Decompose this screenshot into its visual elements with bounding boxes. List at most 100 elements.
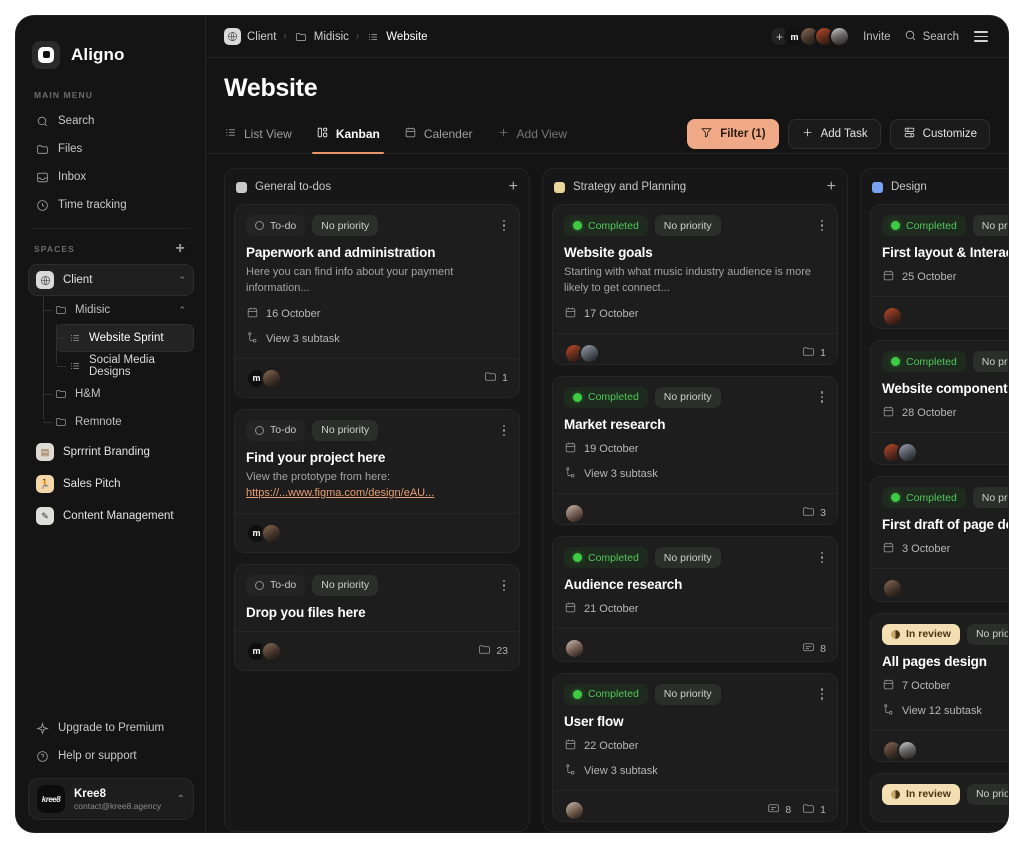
card-assignees[interactable] [882,442,918,463]
priority-badge[interactable]: No priority [655,547,721,568]
sidebar-space-sales-pitch[interactable]: 🏃 Sales Pitch [28,468,194,500]
status-badge[interactable]: Completed [564,547,648,568]
tab-list-view[interactable]: List View [224,115,304,153]
status-badge[interactable]: In review [882,784,960,805]
chevron-up-icon[interactable]: ⌃ [178,305,186,316]
card-assignees[interactable]: m [246,368,282,389]
task-card[interactable]: To-doNo priorityDrop you files herem23 [234,564,520,671]
add-space-button[interactable]: + [172,241,190,257]
add-task-button[interactable]: Add Task [788,119,881,149]
card-assignees[interactable] [882,578,903,599]
tab-kanban[interactable]: Kanban [304,115,392,153]
upgrade-to-premium-button[interactable]: Upgrade to Premium [28,714,194,742]
card-assignees[interactable] [882,306,903,327]
priority-badge[interactable]: No priority [312,420,378,441]
status-badge[interactable]: In review [882,624,960,645]
status-badge[interactable]: Completed [882,215,966,236]
card-menu-button[interactable] [818,684,827,704]
brand[interactable]: Aligno [28,16,194,78]
card-assignees[interactable] [564,343,600,364]
priority-badge[interactable]: No priority [967,784,1008,805]
card-menu-button[interactable] [500,576,509,596]
priority-badge[interactable]: No priority [655,215,721,236]
filter-button[interactable]: Filter (1) [687,119,778,149]
status-badge[interactable]: Completed [882,351,966,372]
sidebar-folder-remnote[interactable]: Remnote [42,408,194,436]
sidebar-folder-hm[interactable]: H&M [42,380,194,408]
priority-badge[interactable]: No priority [655,684,721,705]
task-card[interactable]: CompletedNo priorityWebsite components28… [870,340,1008,465]
status-badge[interactable]: Completed [564,387,648,408]
card-menu-button[interactable] [818,548,827,568]
priority-badge[interactable]: No priority [973,351,1008,372]
sidebar-space-sprrrint-branding[interactable]: ▤ Sprrrint Branding [28,436,194,468]
priority-badge[interactable]: No priority [312,575,378,596]
status-badge[interactable]: To-do [246,420,305,441]
card-subtasks[interactable]: View 3 subtask [564,763,826,779]
task-card[interactable]: CompletedNo priorityWebsite goalsStartin… [552,204,838,365]
card-subtasks[interactable]: View 3 subtask [564,466,826,482]
sidebar-item-files[interactable]: Files [28,135,194,163]
sidebar-item-inbox[interactable]: Inbox [28,163,194,191]
card-assignees[interactable] [882,740,918,761]
card-assignees[interactable] [564,800,585,821]
add-card-button[interactable]: + [827,179,836,195]
sidebar-space-client[interactable]: Client ⌃ [28,264,194,296]
attachment-count[interactable]: 3 [802,505,826,521]
tab-add-view[interactable]: Add View [485,115,579,153]
task-card[interactable]: In reviewNo priorityAll pages design7 Oc… [870,613,1008,762]
search-button[interactable]: Search [904,29,959,45]
priority-badge[interactable]: No priority [967,624,1008,645]
card-assignees[interactable]: m [246,641,282,662]
help-or-support-button[interactable]: Help or support [28,742,194,770]
card-menu-button[interactable] [818,387,827,407]
sidebar-item-search[interactable]: Search [28,107,194,135]
priority-badge[interactable]: No priority [655,387,721,408]
priority-badge[interactable]: No priority [973,487,1008,508]
card-subtasks[interactable]: View 12 subtask [882,703,1008,719]
status-badge[interactable]: Completed [564,215,648,236]
breadcrumb-item-website[interactable]: Website [366,30,427,44]
member-avatars[interactable]: + m [769,26,850,47]
breadcrumb-item-client[interactable]: Client [224,28,276,45]
sidebar-item-time-tracking[interactable]: Time tracking [28,191,194,219]
card-assignees[interactable]: m [246,523,282,544]
card-menu-button[interactable] [818,216,827,236]
comment-count[interactable]: 8 [802,641,826,657]
breadcrumb-item-midisic[interactable]: Midisic [294,30,349,44]
hamburger-icon[interactable] [972,27,990,46]
attachment-count[interactable]: 1 [802,802,826,818]
comment-count[interactable]: 8 [767,802,791,818]
priority-badge[interactable]: No priority [973,215,1008,236]
sidebar-folder-midisic[interactable]: Midisic ⌃ [42,296,194,324]
attachment-count[interactable]: 1 [484,370,508,386]
attachment-count[interactable]: 1 [802,345,826,361]
task-card[interactable]: To-doNo priorityPaperwork and administra… [234,204,520,398]
customize-button[interactable]: Customize [890,119,990,149]
card-assignees[interactable] [564,503,585,524]
invite-button[interactable]: Invite [863,31,891,43]
sidebar-space-content-management[interactable]: ✎ Content Management [28,500,194,532]
priority-badge[interactable]: No priority [312,215,378,236]
task-card[interactable]: CompletedNo priorityUser flow22 OctoberV… [552,673,838,822]
status-badge[interactable]: To-do [246,575,305,596]
sidebar-item-social-media-designs[interactable]: Social Media Designs [56,352,194,380]
chevron-up-icon[interactable]: ⌃ [178,275,186,286]
add-card-button[interactable]: + [509,179,518,195]
task-card[interactable]: CompletedNo priorityMarket research19 Oc… [552,376,838,525]
chevron-updown-icon[interactable]: ⌃ [177,794,185,805]
task-card[interactable]: CompletedNo priorityFirst draft of page … [870,476,1008,601]
task-card[interactable]: CompletedNo priorityFirst layout & Inter… [870,204,1008,329]
tab-calender[interactable]: Calender [392,115,485,153]
status-badge[interactable]: To-do [246,215,305,236]
attachment-count[interactable]: 23 [478,643,508,659]
card-assignees[interactable] [564,638,585,659]
sidebar-item-website-sprint[interactable]: Website Sprint [56,324,194,352]
status-badge[interactable]: Completed [882,487,966,508]
user-profile-card[interactable]: kree8 Kree8 contact@kree8.agency ⌃ [28,778,194,820]
card-menu-button[interactable] [500,216,509,236]
card-subtasks[interactable]: View 3 subtask [246,331,508,347]
task-card[interactable]: CompletedNo priorityAudience research21 … [552,536,838,662]
status-badge[interactable]: Completed [564,684,648,705]
card-link[interactable]: https://...www.figma.com/design/eAU... [246,487,434,499]
